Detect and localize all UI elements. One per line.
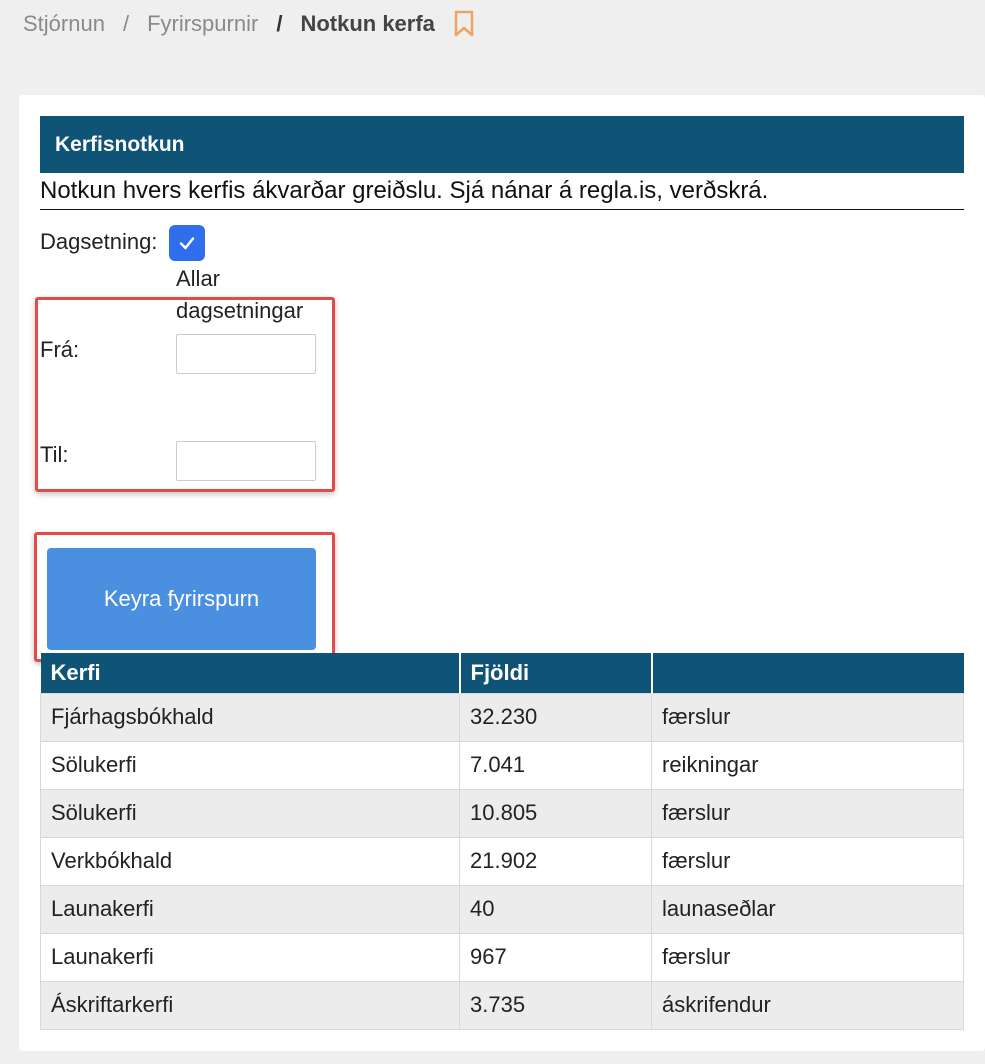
table-cell-system: Sölukerfi — [40, 788, 460, 838]
table-cell-system: Launakerfi — [40, 884, 460, 934]
table-cell-count: 21.902 — [459, 836, 652, 886]
table-cell-count: 32.230 — [459, 692, 652, 742]
page-title: Notkun kerfa — [300, 11, 435, 36]
breadcrumb-item-fyrirspurnir[interactable]: Fyrirspurnir — [147, 11, 258, 37]
table-cell-count: 40 — [459, 884, 652, 934]
table-cell-system: Verkbókhald — [40, 836, 460, 886]
column-header-kerfi: Kerfi — [40, 653, 461, 693]
table-cell-unit: færslur — [651, 788, 964, 838]
table-cell-system: Launakerfi — [40, 932, 460, 982]
table-cell-count: 10.805 — [459, 788, 652, 838]
table-cell-unit: reikningar — [651, 740, 964, 790]
results-table: Kerfi Fjöldi Fjárhagsbókhald 32.230 færs… — [40, 653, 964, 1030]
panel-header: Kerfisnotkun — [40, 116, 964, 173]
to-label: Til: — [40, 442, 69, 467]
panel-description: Notkun hvers kerfis ákvarðar greiðslu. S… — [40, 175, 964, 210]
check-icon — [179, 237, 195, 250]
panel-title: Kerfisnotkun — [55, 132, 185, 156]
breadcrumb-separator: / — [122, 11, 130, 36]
breadcrumb-item-stjornun[interactable]: Stjórnun — [23, 11, 105, 37]
column-header-fjoldi: Fjöldi — [459, 653, 653, 693]
table-cell-count: 3.735 — [459, 980, 652, 1030]
bookmark-icon[interactable] — [453, 10, 475, 38]
table-row: Fjárhagsbókhald 32.230 færslur — [40, 692, 964, 742]
table-cell-unit: launaseðlar — [651, 884, 964, 934]
table-row: Sölukerfi 7.041 reikningar — [40, 740, 964, 790]
run-query-button[interactable]: Keyra fyrirspurn — [47, 548, 316, 650]
breadcrumb: Stjórnun / Fyrirspurnir / Notkun kerfa — [23, 10, 475, 38]
all-dates-checkbox[interactable] — [169, 225, 205, 261]
table-cell-unit: færslur — [651, 836, 964, 886]
date-label: Dagsetning: — [40, 229, 158, 254]
table-cell-count: 7.041 — [459, 740, 652, 790]
table-cell-system: Fjárhagsbókhald — [40, 692, 460, 742]
table-cell-system: Áskriftarkerfi — [40, 980, 460, 1030]
from-label: Frá: — [40, 337, 80, 362]
table-cell-unit: færslur — [651, 932, 964, 982]
table-cell-count: 967 — [459, 932, 652, 982]
table-row: Sölukerfi 10.805 færslur — [40, 788, 964, 838]
content-card: Kerfisnotkun Notkun hvers kerfis ákvarða… — [19, 95, 985, 1051]
table-row: Launakerfi 40 launaseðlar — [40, 884, 964, 934]
table-cell-unit: færslur — [651, 692, 964, 742]
table-cell-system: Sölukerfi — [40, 740, 460, 790]
table-row: Launakerfi 967 færslur — [40, 932, 964, 982]
table-row: Verkbókhald 21.902 færslur — [40, 836, 964, 886]
to-date-input[interactable] — [176, 441, 316, 481]
from-date-input[interactable] — [176, 334, 316, 374]
table-cell-unit: áskrifendur — [651, 980, 964, 1030]
column-header-unit — [651, 653, 964, 693]
table-row: Áskriftarkerfi 3.735 áskrifendur — [40, 980, 964, 1030]
table-header-row: Kerfi Fjöldi — [40, 653, 964, 693]
breadcrumb-separator: / — [276, 11, 283, 36]
